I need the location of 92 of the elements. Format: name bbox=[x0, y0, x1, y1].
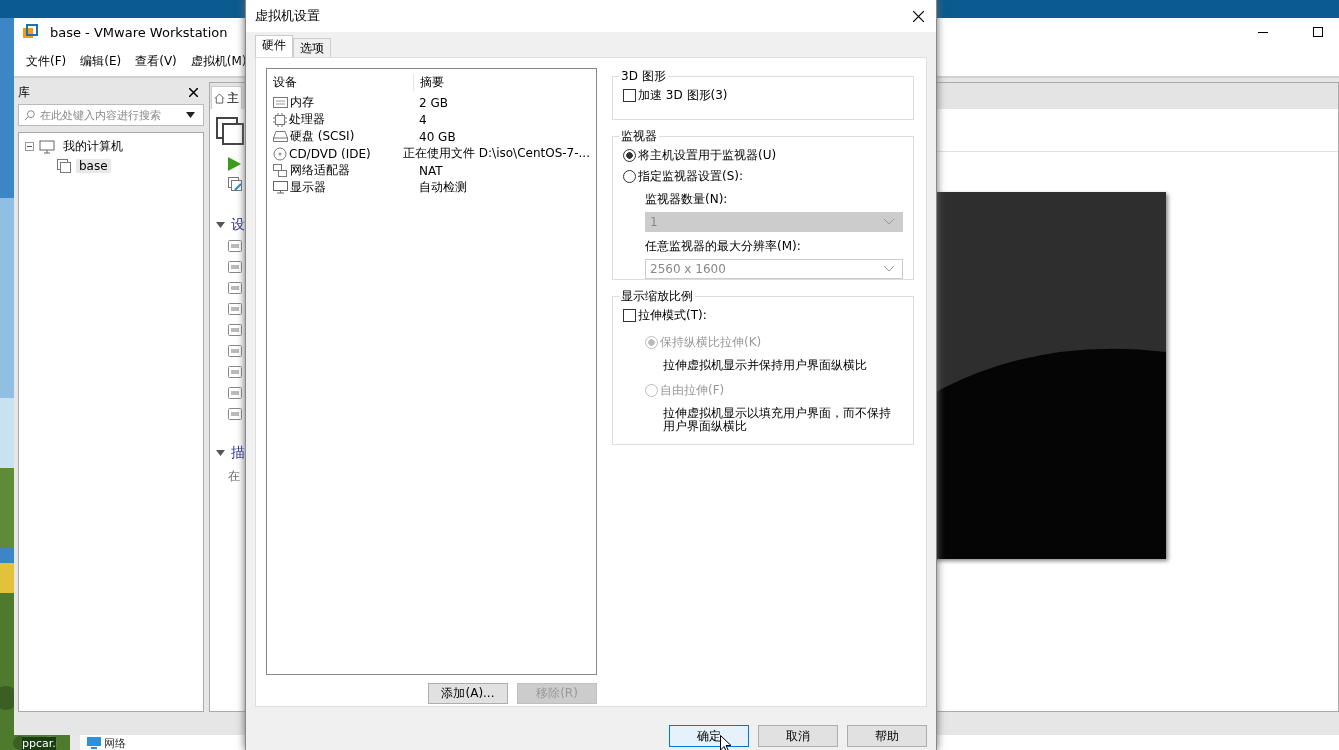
group-title: 监视器 bbox=[620, 128, 658, 145]
checkbox-label: 拉伸模式(T): bbox=[638, 307, 707, 324]
field-label: 监视器数量(N): bbox=[645, 191, 729, 208]
device-icon bbox=[228, 261, 242, 273]
section-title: 设 bbox=[231, 216, 245, 234]
device-row[interactable]: 显示器 自动检测 bbox=[273, 179, 590, 196]
dropdown-arrow-icon[interactable] bbox=[186, 112, 195, 118]
device-name: 硬盘 (SCSI) bbox=[290, 128, 355, 145]
device-name: CD/DVD (IDE) bbox=[289, 146, 371, 161]
list-button[interactable]: 添加(A)... bbox=[428, 683, 508, 704]
radio-button[interactable] bbox=[623, 149, 636, 162]
tab[interactable]: 选项 bbox=[293, 38, 331, 57]
dialog-button[interactable]: 帮助 bbox=[847, 725, 927, 747]
radio-label: 指定监视器设置(S): bbox=[638, 168, 744, 185]
play-icon[interactable] bbox=[228, 157, 241, 171]
group-title: 3D 图形 bbox=[620, 68, 667, 85]
device-icon bbox=[228, 345, 242, 357]
checkbox-label: 加速 3D 图形(3) bbox=[638, 87, 728, 104]
close-icon[interactable] bbox=[913, 10, 924, 22]
device-icon bbox=[228, 282, 242, 294]
dialog-button[interactable]: 取消 bbox=[758, 725, 838, 747]
device-name: 显示器 bbox=[290, 179, 326, 196]
field-label: 任意监视器的最大分辨率(M): bbox=[645, 238, 802, 255]
collapse-icon[interactable] bbox=[25, 142, 34, 151]
menu-item[interactable]: 编辑(E) bbox=[80, 52, 122, 70]
device-icon bbox=[228, 408, 242, 420]
device-icon bbox=[228, 366, 242, 378]
edit-icon[interactable] bbox=[228, 177, 243, 192]
device-icon bbox=[228, 240, 242, 252]
device-row[interactable]: 硬盘 (SCSI) 40 GB bbox=[273, 128, 590, 145]
expand-arrow-icon[interactable] bbox=[216, 222, 225, 228]
menu-item[interactable]: 查看(V) bbox=[135, 52, 177, 70]
checkbox[interactable] bbox=[623, 89, 636, 102]
dialog-button[interactable]: 确定 bbox=[669, 725, 749, 747]
device-name: 处理器 bbox=[289, 111, 325, 128]
device-summary: 4 bbox=[418, 112, 427, 127]
device-name: 网络适配器 bbox=[290, 162, 350, 179]
checkbox[interactable] bbox=[623, 309, 636, 322]
desktop-icon-label[interactable]: 网络 bbox=[104, 737, 126, 750]
tab[interactable]: 硬件 bbox=[255, 35, 293, 57]
device-summary: 40 GB bbox=[418, 129, 456, 144]
description-text: 在 bbox=[227, 468, 240, 485]
column-header[interactable]: 摘要 bbox=[414, 74, 444, 91]
device-icon bbox=[228, 324, 242, 336]
option-description: 拉伸虚拟机显示并保持用户界面纵横比 bbox=[662, 359, 868, 372]
device-summary: 自动检测 bbox=[418, 179, 467, 196]
desktop-icon-label[interactable]: ppcar. bbox=[22, 737, 56, 750]
radio-button[interactable] bbox=[623, 170, 636, 183]
search-icon bbox=[24, 109, 36, 121]
radio-label: 保持纵横比拉伸(K) bbox=[660, 334, 762, 351]
column-header[interactable]: 设备 bbox=[273, 74, 414, 91]
device-icon bbox=[228, 303, 242, 315]
option-description: 拉伸虚拟机显示以填充用户界面，而不保持用户界面纵横比 bbox=[662, 407, 891, 433]
home-icon bbox=[214, 92, 225, 104]
mouse-cursor-icon bbox=[720, 735, 732, 750]
device-summary: NAT bbox=[418, 163, 443, 178]
window-title: base - VMware Workstation bbox=[50, 24, 228, 40]
device-row[interactable]: 处理器 4 bbox=[273, 111, 590, 128]
network-icon bbox=[273, 163, 288, 178]
chevron-down-icon bbox=[884, 266, 894, 272]
device-row[interactable]: CD/DVD (IDE) 正在使用文件 D:\iso\CentOS-7-... bbox=[273, 145, 590, 162]
device-summary: 2 GB bbox=[418, 95, 448, 110]
group-title: 显示缩放比例 bbox=[620, 288, 694, 305]
close-icon[interactable] bbox=[189, 87, 198, 97]
menu-item[interactable]: 虚拟机(M) bbox=[190, 52, 247, 70]
app-logo-icon bbox=[22, 24, 38, 40]
device-name: 内存 bbox=[290, 94, 314, 111]
monitor-icon[interactable] bbox=[86, 737, 102, 749]
virtual-machine-icon bbox=[57, 158, 71, 173]
device-icon bbox=[228, 387, 242, 399]
maximize-icon bbox=[1312, 27, 1323, 37]
radio-label: 将主机设置用于监视器(U) bbox=[638, 147, 777, 164]
device-summary: 正在使用文件 D:\iso\CentOS-7-... bbox=[402, 145, 590, 162]
device-row[interactable]: 网络适配器 NAT bbox=[273, 162, 590, 179]
tree-item[interactable]: base bbox=[76, 158, 111, 173]
device-row[interactable]: 内存 2 GB bbox=[273, 94, 590, 111]
menu-item[interactable]: 文件(F) bbox=[26, 52, 67, 70]
virtual-machine-icon bbox=[216, 117, 244, 145]
search-field[interactable]: 在此处键入内容进行搜索 bbox=[18, 104, 204, 126]
dialog-title: 虚拟机设置 bbox=[255, 7, 320, 25]
chevron-down-icon bbox=[884, 219, 894, 225]
section-title: 描 bbox=[231, 444, 245, 462]
home-tab[interactable]: 主 bbox=[211, 86, 242, 109]
memory-icon bbox=[273, 97, 288, 108]
computer-icon bbox=[39, 139, 55, 154]
processor-icon bbox=[273, 112, 287, 127]
radio-label: 自由拉伸(F) bbox=[660, 382, 725, 399]
tree-item[interactable]: 我的计算机 bbox=[60, 138, 126, 155]
panel-title: 库 bbox=[18, 83, 30, 101]
expand-arrow-icon[interactable] bbox=[216, 450, 225, 456]
disc-icon bbox=[273, 146, 287, 161]
monitor-icon bbox=[273, 181, 288, 194]
